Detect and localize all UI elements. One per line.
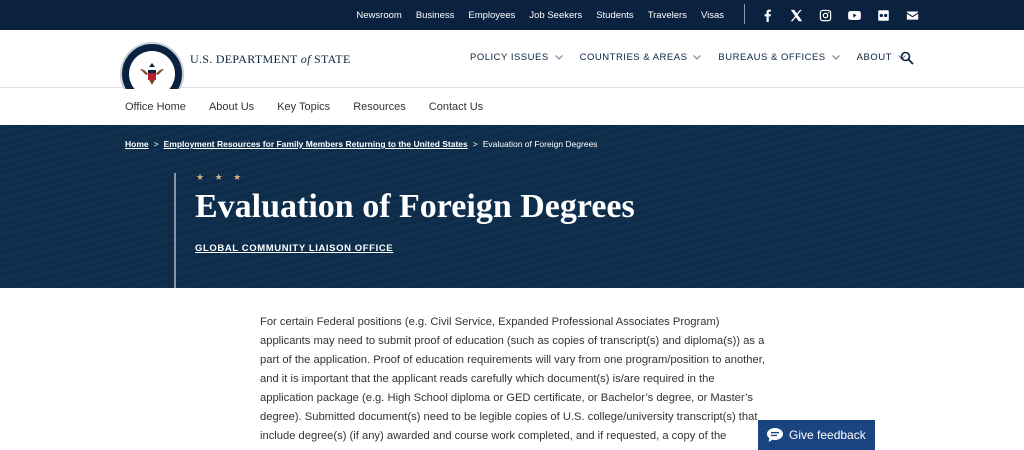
utility-link-students[interactable]: Students — [596, 10, 634, 21]
instagram-icon[interactable] — [818, 8, 832, 22]
subnav-key-topics[interactable]: Key Topics — [277, 101, 330, 113]
eagle-icon — [140, 63, 164, 85]
breadcrumb-separator: > — [153, 139, 159, 149]
email-icon[interactable] — [905, 8, 919, 22]
subnav-office-home[interactable]: Office Home — [125, 101, 186, 113]
nav-policy-issues[interactable]: POLICY ISSUES — [470, 52, 563, 63]
chat-bubble-icon — [767, 428, 783, 442]
give-feedback-button[interactable]: Give feedback — [758, 420, 875, 450]
intro-paragraph: For certain Federal positions (e.g. Civi… — [260, 316, 765, 450]
breadcrumb-current: Evaluation of Foreign Degrees — [482, 139, 598, 149]
chevron-down-icon — [693, 55, 702, 60]
breadcrumb-parent[interactable]: Employment Resources for Family Members … — [164, 139, 468, 149]
office-subnav: Office Home About Us Key Topics Resource… — [0, 89, 1024, 125]
facebook-icon[interactable] — [760, 8, 774, 22]
subnav-resources[interactable]: Resources — [353, 101, 406, 113]
breadcrumb-separator: > — [472, 139, 478, 149]
brand-prefix: U.S. DEPARTMENT — [190, 52, 298, 66]
chevron-down-icon — [554, 55, 563, 60]
x-icon[interactable] — [789, 8, 803, 22]
utility-link-employees[interactable]: Employees — [468, 10, 515, 21]
youtube-icon[interactable] — [847, 8, 861, 22]
utility-link-travelers[interactable]: Travelers — [648, 10, 687, 21]
utility-link-newsroom[interactable]: Newsroom — [356, 10, 401, 21]
feedback-label: Give feedback — [789, 428, 866, 442]
utility-link-visas[interactable]: Visas — [701, 10, 724, 21]
office-link[interactable]: GLOBAL COMMUNITY LIAISON OFFICE — [195, 243, 393, 254]
nav-about[interactable]: ABOUT — [857, 52, 906, 63]
page-hero: Home > Employment Resources for Family M… — [0, 125, 1024, 288]
nav-label: BUREAUS & OFFICES — [718, 52, 826, 63]
stars-decoration-icon: ★ ★ ★ — [196, 172, 246, 182]
nav-label: POLICY ISSUES — [470, 52, 549, 63]
flickr-icon[interactable] — [876, 8, 890, 22]
utility-links: Newsroom Business Employees Job Seekers … — [356, 0, 724, 30]
utility-divider — [744, 4, 745, 24]
subnav-contact-us[interactable]: Contact Us — [429, 101, 483, 113]
search-icon[interactable] — [900, 51, 914, 65]
breadcrumb: Home > Employment Resources for Family M… — [125, 139, 598, 149]
office-subnav-links: Office Home About Us Key Topics Resource… — [125, 89, 483, 125]
nav-label: ABOUT — [856, 52, 892, 63]
brand-suffix: STATE — [314, 52, 351, 66]
brand-of: of — [300, 52, 311, 66]
utility-bar: Newsroom Business Employees Job Seekers … — [0, 0, 1024, 30]
main-navigation: POLICY ISSUES COUNTRIES & AREAS BUREAUS … — [470, 52, 906, 63]
nav-countries-areas[interactable]: COUNTRIES & AREAS — [580, 52, 702, 63]
utility-link-job-seekers[interactable]: Job Seekers — [529, 10, 582, 21]
social-links — [760, 0, 919, 30]
site-header: U.S. DEPARTMENT of STATE POLICY ISSUES C… — [0, 30, 1024, 106]
subnav-about-us[interactable]: About Us — [209, 101, 254, 113]
breadcrumb-home[interactable]: Home — [125, 139, 149, 149]
hero-divider — [174, 173, 176, 288]
site-brand[interactable]: U.S. DEPARTMENT of STATE — [190, 52, 351, 67]
nav-bureaus-offices[interactable]: BUREAUS & OFFICES — [718, 52, 840, 63]
chevron-down-icon — [831, 55, 840, 60]
utility-link-business[interactable]: Business — [416, 10, 455, 21]
page-title: Evaluation of Foreign Degrees — [195, 188, 635, 225]
nav-label: COUNTRIES & AREAS — [579, 52, 688, 63]
